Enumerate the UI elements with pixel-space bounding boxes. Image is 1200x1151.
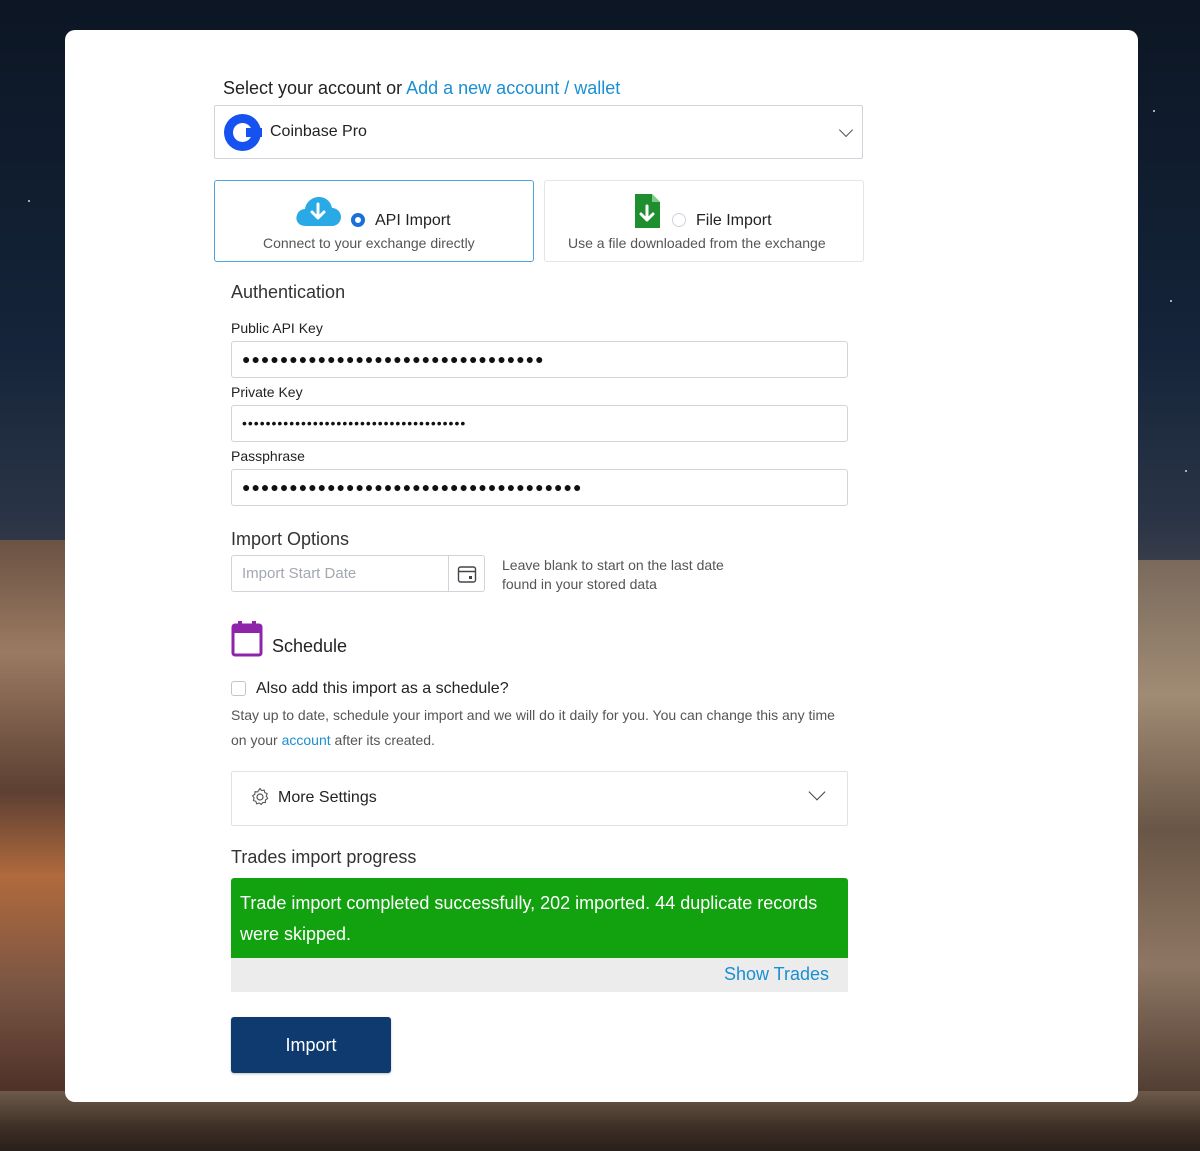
star xyxy=(28,200,30,202)
import-start-date-hint: Leave blank to start on the last date fo… xyxy=(502,557,724,592)
authentication-heading: Authentication xyxy=(231,282,346,302)
calendar-icon xyxy=(457,566,477,583)
account-select[interactable]: Coinbase Pro xyxy=(214,105,863,159)
public-api-key-label: Public API Key xyxy=(231,320,323,336)
star xyxy=(1170,300,1172,302)
private-key-label: Private Key xyxy=(231,384,303,400)
api-import-option[interactable]: API Import Connect to your exchange dire… xyxy=(214,180,534,262)
api-import-title: API Import xyxy=(375,212,451,229)
show-trades-link[interactable]: Show Trades xyxy=(724,964,829,985)
passphrase-label: Passphrase xyxy=(231,448,305,464)
account-select-prefix: Select your account or xyxy=(223,78,403,98)
file-import-option[interactable]: File Import Use a file downloaded from t… xyxy=(544,180,864,262)
cloud-download-icon xyxy=(296,197,341,226)
trades-import-progress-heading: Trades import progress xyxy=(231,847,417,867)
schedule-calendar-icon xyxy=(231,621,263,657)
account-link[interactable]: account xyxy=(282,732,331,748)
import-panel: Select your account or Add a new account… xyxy=(65,30,1138,1102)
import-result-footer: Show Trades xyxy=(231,958,848,992)
public-api-key-input[interactable]: ●●●●●●●●●●●●●●●●●●●●●●●●●●●●●●●● xyxy=(231,341,848,378)
more-settings-label: More Settings xyxy=(278,789,377,806)
file-import-subtitle: Use a file downloaded from the exchange xyxy=(568,235,826,251)
schedule-checkbox[interactable] xyxy=(231,681,246,696)
api-import-radio[interactable] xyxy=(351,213,365,227)
star xyxy=(1153,110,1155,112)
private-key-input[interactable]: •••••••••••••••••••••••••••••••••••••• xyxy=(231,405,848,442)
add-account-link[interactable]: Add a new account / wallet xyxy=(406,78,620,98)
more-settings-toggle[interactable]: More Settings xyxy=(231,771,848,826)
coinbase-logo-icon xyxy=(224,114,262,151)
gear-icon xyxy=(252,787,269,806)
import-options-heading: Import Options xyxy=(231,529,350,549)
background-rock-right xyxy=(1135,560,1200,1100)
schedule-heading: Schedule xyxy=(272,636,348,656)
api-import-subtitle: Connect to your exchange directly xyxy=(263,235,475,251)
import-success-message: Trade import completed successfully, 202… xyxy=(231,878,848,958)
file-import-title: File Import xyxy=(696,212,772,229)
import-button[interactable]: Import xyxy=(231,1017,391,1073)
passphrase-input[interactable]: ●●●●●●●●●●●●●●●●●●●●●●●●●●●●●●●●●●●● xyxy=(231,469,848,506)
chevron-down-icon xyxy=(838,122,854,138)
import-start-date-input[interactable]: Import Start Date xyxy=(231,555,449,592)
background-rock-left xyxy=(0,540,70,1100)
account-select-label: Select your account or Add a new account… xyxy=(223,78,620,99)
chevron-down-icon xyxy=(808,783,826,801)
file-download-icon xyxy=(635,194,660,228)
star xyxy=(1185,470,1187,472)
file-import-radio[interactable] xyxy=(672,213,686,227)
schedule-description-tail: after its created. xyxy=(330,732,435,748)
calendar-button[interactable] xyxy=(448,555,485,592)
schedule-description: Stay up to date, schedule your import an… xyxy=(231,703,851,753)
schedule-checkbox-label[interactable]: Also add this import as a schedule? xyxy=(256,680,509,698)
selected-account: Coinbase Pro xyxy=(270,123,367,140)
